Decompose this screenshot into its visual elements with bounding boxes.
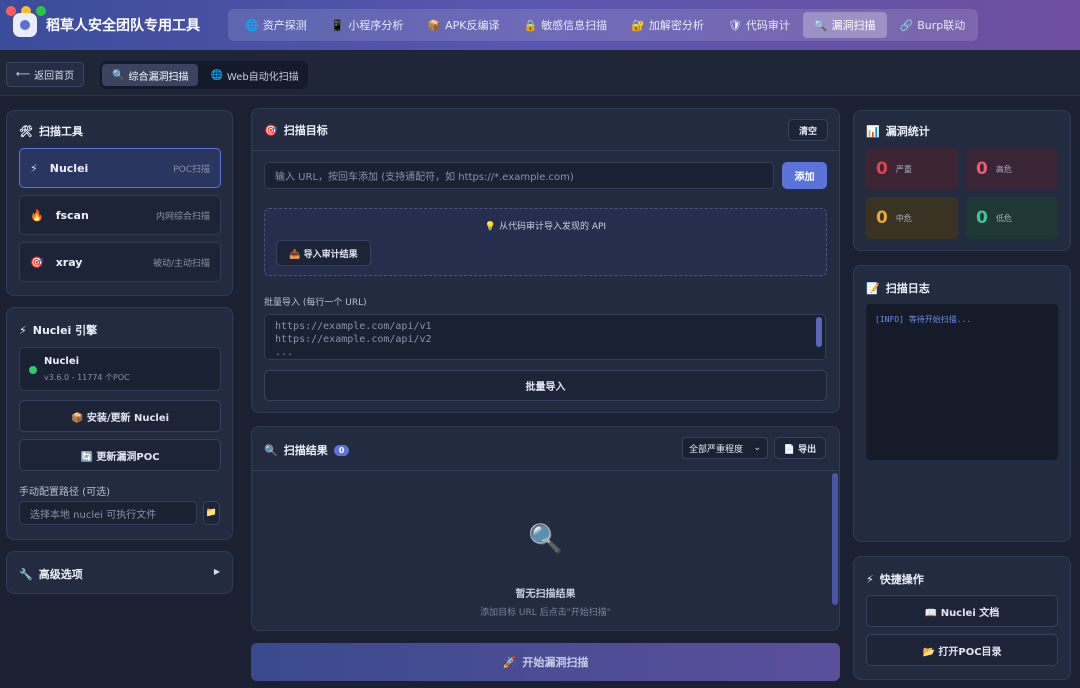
engine-status-card: Nuclei v3.6.0 - 11774 个POC	[19, 347, 221, 391]
engine-version: v3.6.0 - 11774 个POC	[44, 373, 130, 382]
batch-url-textarea[interactable]: https://example.com/api/v1 https://examp…	[264, 314, 826, 360]
globe-icon: 🌐	[210, 69, 223, 81]
add-target-button[interactable]: 添加	[782, 162, 827, 189]
log-line: [INFO] 等待开始扫描...	[875, 315, 972, 324]
app-logo-icon	[13, 13, 37, 37]
browse-folder-button[interactable]: 📁	[203, 501, 220, 525]
scan-results-panel: 🔍 扫描结果 0 全部严重程度 ⌄ 📄 导出 🔍 暂无扫描结果 添加目标 URL 后点…	[251, 426, 840, 631]
import-audit-button[interactable]: 📥 导入审计结果	[276, 240, 371, 266]
panel-title: 📊 漏洞统计	[866, 124, 930, 139]
panel-title: 🎯 扫描目标	[264, 123, 328, 138]
nuclei-docs-button[interactable]: 📖 Nuclei 文档	[866, 595, 1058, 627]
panel-title: 📝 扫描日志	[866, 281, 930, 296]
panel-divider	[252, 470, 839, 471]
package-icon: 📦	[427, 18, 442, 32]
stat-high: 0 高危	[966, 148, 1058, 190]
lock-icon: 🔒	[523, 18, 538, 32]
search-icon: 🔍	[112, 69, 125, 81]
tab-web-auto-scan[interactable]: 🌐 Web自动化扫描	[200, 64, 308, 86]
stat-critical: 0 严重	[866, 148, 958, 190]
key-lock-icon: 🔐	[631, 18, 645, 32]
tools-icon: 🛠	[19, 124, 33, 138]
tab-crypto-analysis[interactable]: 🔐 加解密分析	[620, 12, 715, 38]
lightning-icon: ⚡	[866, 572, 874, 586]
title-bar: 稻草人安全团队专用工具 🌐 资产探测 📱 小程序分析 📦 APK反编译 🔒 敏感信息扫描…	[0, 0, 1080, 50]
scan-log-panel: 📝 扫描日志 [INFO] 等待开始扫描...	[853, 265, 1071, 542]
scan-tools-panel: 🛠 扫描工具 ⚡ Nuclei POC扫描 🔥 fscan 内网综合扫描 🎯 xray 被动/…	[6, 110, 233, 296]
install-nuclei-button[interactable]: 📦 安装/更新 Nuclei	[19, 400, 221, 432]
folder-icon: 📁	[205, 508, 218, 518]
status-dot	[29, 366, 37, 374]
memo-icon: 📝	[866, 281, 880, 295]
panel-title: ⚡ Nuclei 引擎	[19, 323, 98, 338]
maximize-window-button[interactable]	[36, 6, 46, 16]
tab-combined-scan[interactable]: 🔍 综合漏洞扫描	[102, 64, 199, 86]
link-icon: 🔗	[899, 18, 914, 32]
tool-fscan[interactable]: 🔥 fscan 内网综合扫描	[19, 195, 221, 235]
sub-toolbar: ⟵ 返回首页 🔍 综合漏洞扫描 🌐 Web自动化扫描	[0, 50, 1080, 96]
magnifier-icon: 🔍	[528, 522, 563, 555]
update-poc-button[interactable]: 🔄 更新漏洞POC	[19, 439, 221, 471]
target-url-input[interactable]: 输入 URL，按回车添加 (支持通配符，如 https://*.example.…	[264, 162, 774, 189]
fire-icon: 🔥	[30, 208, 44, 222]
import-box: 💡 从代码审计导入发现的 API 📥 导入审计结果	[264, 208, 827, 276]
path-label: 手动配置路径 (可选)	[19, 487, 110, 498]
search-icon: 🔍	[813, 18, 828, 32]
nuclei-engine-panel: ⚡ Nuclei 引擎 Nuclei v3.6.0 - 11774 个POC 📦 …	[6, 307, 233, 540]
result-count-badge: 0	[333, 444, 350, 456]
tab-burp[interactable]: 🔗 Burp联动	[889, 12, 977, 38]
import-hint: 💡 从代码审计导入发现的 API	[484, 222, 607, 232]
tab-sensitive-scan[interactable]: 🔒 敏感信息扫描	[512, 12, 618, 38]
tab-apk-decompile[interactable]: 📦 APK反编译	[416, 12, 510, 38]
expand-arrow-icon: ▶	[213, 567, 220, 576]
lightning-icon: ⚡	[30, 161, 38, 175]
back-home-button[interactable]: ⟵ 返回首页	[6, 62, 84, 87]
batch-label: 批量导入 (每行一个 URL)	[264, 298, 367, 308]
engine-name: Nuclei	[44, 356, 80, 367]
lightning-icon: ⚡	[19, 323, 27, 337]
clear-targets-button[interactable]: 清空	[788, 119, 828, 141]
quick-actions-panel: ⚡ 快捷操作 📖 Nuclei 文档 📂 打开POC目录	[853, 556, 1071, 680]
scan-target-panel: 🎯 扫描目标 清空 输入 URL，按回车添加 (支持通配符，如 https://*…	[251, 108, 840, 413]
panel-title: 🔍 扫描结果 0	[264, 442, 350, 458]
scrollbar-thumb[interactable]	[816, 317, 822, 347]
stat-medium: 0 中危	[866, 197, 958, 239]
shield-icon: 🛡	[727, 18, 742, 32]
search-icon: 🔍	[264, 443, 278, 457]
advanced-options-panel[interactable]: 🔧 高级选项 ▶	[6, 551, 233, 594]
vuln-stats-panel: 📊 漏洞统计 0 严重 0 高危 0 中危 0 低危	[853, 110, 1071, 251]
severity-filter-select[interactable]: 全部严重程度 ⌄	[682, 437, 768, 459]
panel-divider	[252, 150, 839, 151]
tool-nuclei[interactable]: ⚡ Nuclei POC扫描	[19, 148, 221, 188]
panel-title: 🛠 扫描工具	[19, 124, 83, 139]
target-icon: 🎯	[264, 123, 278, 137]
tool-xray[interactable]: 🎯 xray 被动/主动扫描	[19, 242, 221, 282]
tab-asset-discovery[interactable]: 🌐 资产探测	[234, 12, 318, 38]
panel-title: ⚡ 快捷操作	[866, 572, 924, 587]
scan-log-output: [INFO] 等待开始扫描...	[866, 304, 1058, 460]
globe-icon: 🌐	[245, 18, 259, 32]
export-button[interactable]: 📄 导出	[774, 437, 826, 459]
arrow-left-icon: ⟵	[15, 69, 31, 80]
main-nav: 🌐 资产探测 📱 小程序分析 📦 APK反编译 🔒 敏感信息扫描 🔐 加解密分析 🛡 代码审…	[228, 9, 978, 41]
stat-low: 0 低危	[966, 197, 1058, 239]
chart-icon: 📊	[866, 124, 880, 138]
tab-code-audit[interactable]: 🛡 代码审计	[717, 12, 801, 38]
phone-icon: 📱	[330, 18, 345, 32]
tab-vuln-scan[interactable]: 🔍 漏洞扫描	[802, 12, 887, 38]
rocket-icon: 🚀	[502, 655, 517, 669]
empty-title: 暂无扫描结果	[515, 589, 576, 600]
open-poc-dir-button[interactable]: 📂 打开POC目录	[866, 634, 1058, 666]
panel-title: 🔧 高级选项	[19, 567, 83, 582]
wrench-icon: 🔧	[19, 567, 33, 581]
batch-import-button[interactable]: 批量导入	[264, 370, 827, 401]
empty-desc: 添加目标 URL 后点击"开始扫描"	[480, 608, 611, 618]
target-icon: 🎯	[30, 255, 44, 269]
app-title: 稻草人安全团队专用工具	[46, 18, 200, 34]
chevron-down-icon: ⌄	[753, 443, 761, 453]
scan-mode-tabs: 🔍 综合漏洞扫描 🌐 Web自动化扫描	[100, 61, 308, 89]
start-scan-button[interactable]: 🚀 开始漏洞扫描	[251, 643, 840, 681]
tab-miniprogram[interactable]: 📱 小程序分析	[320, 12, 415, 38]
nuclei-path-input[interactable]: 选择本地 nuclei 可执行文件	[19, 501, 197, 525]
